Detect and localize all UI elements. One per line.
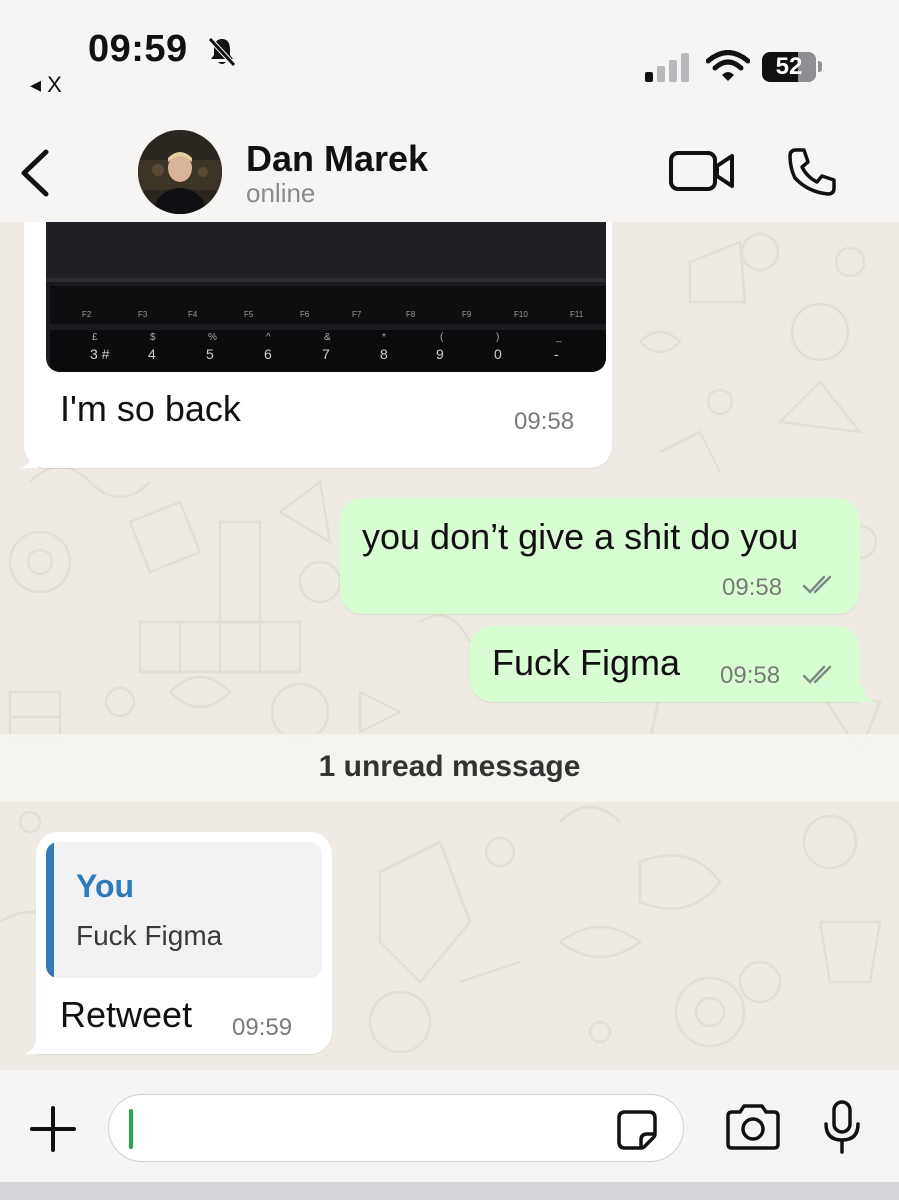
fn-key: F4 — [188, 310, 198, 319]
symbol-key: ^ — [266, 332, 271, 343]
symbol-key: £ — [92, 332, 98, 343]
back-chevron-icon[interactable] — [18, 148, 52, 203]
battery-indicator: 52 — [762, 52, 816, 82]
keyboard-photo[interactable]: F2 F3 F4 F5 F6 F7 F8 F9 F10 F11 £ $ % ^ … — [46, 222, 606, 372]
symbol-key: ( — [440, 332, 444, 343]
incoming-image-message[interactable]: F2 F3 F4 F5 F6 F7 F8 F9 F10 F11 £ $ % ^ … — [24, 222, 612, 468]
message-input-bar — [0, 1070, 899, 1182]
number-key-row: £ $ % ^ & * ( ) _ 3 # 4 5 6 7 8 9 0 - — [50, 330, 606, 372]
status-bar: 09:59 ◂ X 52 — [0, 0, 899, 118]
quoted-author: You — [76, 868, 135, 904]
number-key: 3 # — [90, 346, 110, 362]
message-text: Retweet — [60, 994, 193, 1035]
message-time: 09:58 — [514, 408, 575, 435]
wifi-icon — [705, 50, 751, 87]
message-text: Fuck Figma — [492, 642, 681, 683]
outgoing-message[interactable]: Fuck Figma 09:58 — [470, 626, 860, 702]
battery-nub — [818, 61, 822, 72]
number-key: 9 — [436, 346, 444, 362]
symbol-key: * — [382, 332, 386, 343]
plus-icon[interactable] — [28, 1104, 78, 1159]
message-input[interactable] — [108, 1094, 684, 1162]
fn-key: F2 — [82, 310, 92, 319]
camera-icon[interactable] — [724, 1104, 782, 1155]
number-key: - — [554, 346, 559, 362]
fn-key: F10 — [514, 310, 528, 319]
message-time: 09:59 — [232, 1014, 293, 1041]
bell-muted-icon — [205, 34, 239, 73]
fn-key-row: F2 F3 F4 F5 F6 F7 F8 F9 F10 F11 — [50, 286, 606, 326]
message-text: you don’t give a shit do you — [362, 516, 799, 557]
symbol-key: $ — [150, 332, 156, 343]
message-time: 09:58 — [720, 662, 781, 689]
number-key: 0 — [494, 346, 502, 362]
quoted-text: Fuck Figma — [76, 920, 223, 951]
chat-area[interactable]: F2 F3 F4 F5 F6 F7 F8 F9 F10 F11 £ $ % ^ … — [0, 222, 899, 1070]
number-key: 7 — [322, 346, 330, 362]
symbol-key: & — [324, 332, 331, 343]
read-ticks-icon — [802, 665, 832, 684]
number-key: 5 — [206, 346, 214, 362]
quoted-message[interactable]: You Fuck Figma — [46, 842, 322, 978]
quote-accent-bar — [46, 842, 54, 978]
symbol-key: _ — [556, 332, 562, 343]
text-caret — [129, 1109, 133, 1149]
fn-key: F7 — [352, 310, 362, 319]
number-key: 4 — [148, 346, 156, 362]
contact-avatar[interactable] — [138, 130, 222, 214]
bubble-tail-left — [20, 452, 38, 468]
microphone-icon[interactable] — [822, 1100, 862, 1159]
battery-level: 52 — [775, 53, 803, 80]
contact-status: online — [246, 178, 316, 208]
unread-divider-text: 1 unread message — [318, 750, 581, 783]
sticker-icon[interactable] — [615, 1108, 659, 1157]
bubble-tail-right — [858, 686, 876, 702]
fn-key: F5 — [244, 310, 254, 319]
fn-key: F6 — [300, 310, 310, 319]
laptop-bezel — [46, 222, 606, 282]
bottom-bar — [0, 1182, 899, 1200]
video-call-icon[interactable] — [668, 148, 736, 199]
outgoing-message[interactable]: you don’t give a shit do you 09:58 — [340, 498, 860, 614]
contact-name[interactable]: Dan Marek — [246, 138, 428, 180]
back-to-app-link[interactable]: ◂ X — [30, 72, 62, 98]
fn-key: F11 — [570, 310, 584, 319]
number-key: 8 — [380, 346, 388, 362]
chat-header: Dan Marek online — [0, 118, 899, 222]
unread-divider: 1 unread message — [0, 734, 899, 802]
cell-signal-icon — [645, 52, 691, 87]
symbol-key: % — [208, 332, 217, 343]
read-ticks-icon — [802, 575, 832, 594]
message-time: 09:58 — [722, 574, 783, 601]
fn-key: F3 — [138, 310, 148, 319]
bubble-tail-left — [24, 1038, 42, 1054]
clock: 09:59 — [88, 28, 188, 70]
phone-call-icon[interactable] — [786, 146, 838, 203]
message-text: I'm so back — [60, 388, 241, 429]
fn-key: F9 — [462, 310, 472, 319]
fn-key: F8 — [406, 310, 416, 319]
symbol-key: ) — [496, 332, 500, 343]
number-key: 6 — [264, 346, 272, 362]
